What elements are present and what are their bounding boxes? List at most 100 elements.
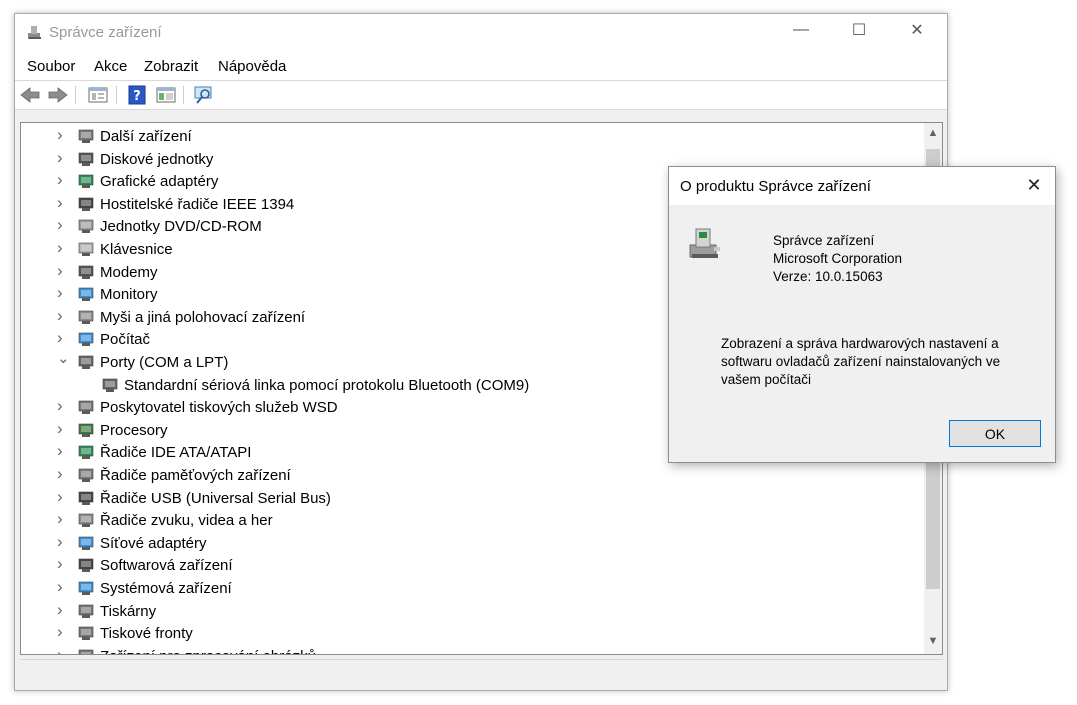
dialog-title: O produktu Správce zařízení [680, 178, 871, 195]
help-icon[interactable]: ? [126, 85, 148, 105]
tree-category[interactable]: › Další zařízení [21, 125, 921, 147]
title-bar[interactable]: Správce zařízení — ☐ ✕ [15, 14, 947, 52]
tree-item-label: Systémová zařízení [100, 580, 232, 597]
company-name: Microsoft Corporation [773, 251, 903, 266]
chevron-right-icon[interactable]: › [57, 328, 71, 347]
chevron-right-icon[interactable]: › [57, 554, 71, 573]
maximize-button[interactable]: ☐ [830, 14, 888, 46]
toolbar-separator [183, 86, 184, 104]
tree-category[interactable]: › Tiskové fronty [21, 622, 921, 644]
tree-item-label: Řadiče IDE ATA/ATAPI [100, 444, 252, 462]
ieee1394-icon [78, 197, 94, 211]
tree-item-label: Softwarová zařízení [100, 557, 233, 575]
tree-item-label: Jednotky DVD/CD-ROM [100, 218, 262, 236]
tree-item-label: Porty (COM a LPT) [100, 354, 229, 371]
chevron-down-icon[interactable]: ⌄ [57, 349, 71, 367]
chevron-right-icon[interactable]: › [57, 441, 71, 460]
close-button[interactable]: ✕ [888, 14, 946, 46]
menu-akce[interactable]: Akce [94, 58, 127, 75]
chevron-right-icon[interactable]: › [57, 600, 71, 619]
tree-category[interactable]: › Tiskárny [21, 600, 921, 622]
chevron-right-icon[interactable]: › [57, 396, 71, 415]
maximize-icon: ☐ [851, 22, 867, 39]
chevron-right-icon[interactable]: › [57, 509, 71, 528]
back-arrow-icon[interactable] [19, 85, 41, 105]
processor-icon [78, 423, 94, 437]
tree-item-label: Tiskové fronty [100, 625, 193, 643]
tree-item-label: Poskytovatel tiskových služeb WSD [100, 399, 338, 417]
chevron-right-icon[interactable]: › [57, 577, 71, 596]
chevron-right-icon[interactable]: › [57, 283, 71, 302]
chevron-right-icon[interactable]: › [57, 419, 71, 438]
tree-item-label: Grafické adaptéry [100, 173, 219, 191]
dvd-drive-icon [78, 220, 94, 234]
forward-arrow-icon[interactable] [47, 85, 69, 105]
menu-bar: Soubor Akce Zobrazit Nápověda [15, 52, 947, 80]
svg-text:?: ? [133, 89, 141, 104]
scan-hardware-icon[interactable] [193, 85, 215, 105]
chevron-right-icon[interactable]: › [57, 148, 71, 167]
product-name: Správce zařízení [773, 233, 875, 248]
chevron-right-icon[interactable]: › [57, 645, 71, 654]
chevron-right-icon[interactable]: › [57, 487, 71, 506]
tree-category[interactable]: › Řadiče USB (Universal Serial Bus) [21, 487, 921, 509]
unknown-device-icon [78, 129, 94, 143]
tree-category[interactable]: › Řadiče paměťových zařízení [21, 464, 921, 486]
computer-icon [78, 333, 94, 347]
dialog-title-bar[interactable]: O produktu Správce zařízení ✕ [669, 167, 1055, 205]
tree-category[interactable]: › Softwarová zařízení [21, 554, 921, 576]
chevron-right-icon[interactable]: › [57, 125, 71, 144]
tree-item-label: Modemy [100, 263, 158, 281]
tree-item-label: Tiskárny [100, 602, 157, 620]
keyboard-icon [78, 242, 94, 256]
dialog-close-icon[interactable]: ✕ [1020, 173, 1048, 197]
chevron-right-icon[interactable]: › [57, 170, 71, 189]
tree-item-label: Řadiče zvuku, videa a her [100, 512, 273, 530]
tree-item-label: Hostitelské řadiče IEEE 1394 [100, 195, 295, 213]
close-icon: ✕ [910, 22, 924, 39]
chevron-right-icon[interactable]: › [57, 261, 71, 280]
minimize-icon: — [793, 21, 809, 38]
usb-icon [78, 491, 94, 505]
tree-category[interactable]: › Systémová zařízení [21, 577, 921, 599]
tree-item-label: Síťové adaptéry [100, 534, 207, 552]
dialog-description: Zobrazení a správa hardwarových nastaven… [721, 336, 1001, 387]
print-queue-icon [78, 626, 94, 641]
scroll-up-icon[interactable]: ▲ [924, 127, 942, 143]
scroll-down-icon[interactable]: ▼ [924, 635, 942, 651]
tree-item-label: Monitory [100, 286, 158, 304]
tree-item-label: Zařízení pro zpracování obrázků [100, 648, 316, 654]
chevron-right-icon[interactable]: › [57, 464, 71, 483]
monitor-icon [78, 287, 94, 302]
chevron-right-icon[interactable]: › [57, 238, 71, 257]
tree-category[interactable]: › Síťové adaptéry [21, 532, 921, 554]
chevron-right-icon[interactable]: › [57, 193, 71, 212]
menu-zobrazit[interactable]: Zobrazit [144, 58, 198, 75]
menu-soubor[interactable]: Soubor [27, 58, 75, 75]
tree-item-label: Další zařízení [100, 128, 192, 145]
tree-category[interactable]: › Zařízení pro zpracování obrázků [21, 645, 921, 654]
ok-button[interactable]: OK [949, 420, 1041, 447]
chevron-right-icon[interactable]: › [57, 622, 71, 641]
printer-icon [78, 604, 94, 618]
ide-controller-icon [78, 446, 94, 460]
chevron-right-icon[interactable]: › [57, 306, 71, 325]
chevron-right-icon[interactable]: › [57, 215, 71, 234]
chevron-right-icon[interactable]: › [57, 532, 71, 551]
minimize-button[interactable]: — [772, 14, 830, 46]
tree-item-label: Procesory [100, 421, 168, 439]
imaging-device-icon [78, 649, 94, 654]
properties-icon[interactable] [87, 85, 109, 105]
menu-napoveda[interactable]: Nápověda [218, 58, 286, 75]
window-title: Správce zařízení [49, 24, 162, 41]
tree-item-label: Počítač [100, 331, 151, 349]
printer-icon [78, 400, 94, 415]
tree-item-label: Klávesnice [100, 241, 173, 258]
port-icon [78, 355, 94, 369]
toolbar: ? [15, 80, 947, 110]
serial-port-icon [102, 378, 118, 392]
version-text: Verze: 10.0.15063 [773, 269, 883, 284]
tree-category[interactable]: › Řadiče zvuku, videa a her [21, 509, 921, 531]
view-icon[interactable] [155, 85, 177, 105]
mouse-icon [78, 310, 94, 324]
